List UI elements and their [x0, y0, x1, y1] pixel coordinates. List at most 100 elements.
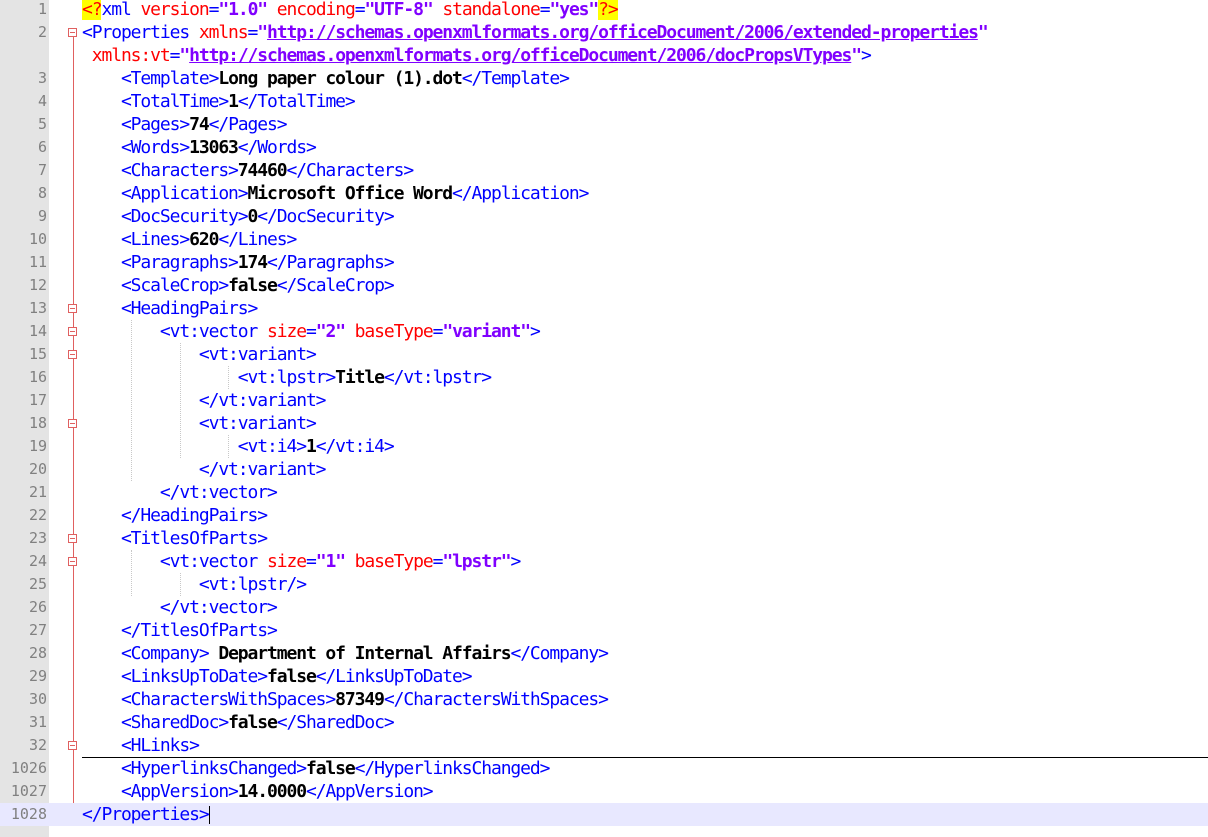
token-tag: =: [247, 22, 259, 43]
code-line[interactable]: 1 <?xml version="1.0" encoding="UTF-8" st…: [0, 0, 1208, 21]
code-line[interactable]: 29 <LinksUpToDate>false</LinksUpToDate>: [0, 665, 1208, 688]
code-text: <LinksUpToDate>false</LinksUpToDate>: [82, 665, 473, 688]
token-attr: baseType: [344, 321, 434, 342]
line-number: 12: [28, 276, 47, 294]
fold-toggle-icon[interactable]: [68, 304, 77, 313]
fold-toggle-icon[interactable]: [68, 327, 77, 336]
code-text: <vt:variant>: [82, 412, 317, 435]
token-tag: <Properties: [82, 22, 199, 43]
token-url[interactable]: http://schemas.openxmlformats.org/office…: [267, 22, 979, 43]
line-number: 22: [28, 506, 47, 524]
code-line[interactable]: 17 </vt:variant>: [0, 389, 1208, 412]
token-attr: baseType: [344, 551, 434, 572]
line-number: 23: [28, 529, 47, 547]
code-line[interactable]: 3 <Template>Long paper colour (1).dot</T…: [0, 67, 1208, 90]
token-tag: <HLinks>: [82, 735, 200, 756]
code-line[interactable]: 7 <Characters>74460</Characters>: [0, 159, 1208, 182]
code-line[interactable]: 12 <ScaleCrop>false</ScaleCrop>: [0, 274, 1208, 297]
fold-toggle-icon[interactable]: [68, 534, 77, 543]
token-attr: size: [267, 551, 307, 572]
token-tag: =: [208, 0, 220, 20]
line-number: 8: [37, 184, 47, 202]
line-number: 28: [28, 644, 47, 662]
code-line[interactable]: 5 <Pages>74</Pages>: [0, 113, 1208, 136]
code-line[interactable]: 16 <vt:lpstr>Title</vt:lpstr>: [0, 366, 1208, 389]
code-text: <CharactersWithSpaces>87349</CharactersW…: [82, 688, 609, 711]
code-line[interactable]: 11 <Paragraphs>174</Paragraphs>: [0, 251, 1208, 274]
line-number: 13: [28, 299, 47, 317]
code-text: </vt:vector>: [82, 481, 278, 504]
token-txt: 1: [228, 91, 239, 112]
code-line[interactable]: 20 </vt:variant>: [0, 458, 1208, 481]
code-line[interactable]: 1026 <HyperlinksChanged>false</Hyperlink…: [0, 757, 1208, 780]
indent-guide: [131, 550, 132, 596]
token-tag: <vt:vector: [82, 551, 268, 572]
code-line[interactable]: 6 <Words>13063</Words>: [0, 136, 1208, 159]
code-line[interactable]: 15 <vt:variant>: [0, 343, 1208, 366]
code-line[interactable]: 9 <DocSecurity>0</DocSecurity>: [0, 205, 1208, 228]
token-tag: </Words>: [237, 137, 317, 158]
code-line[interactable]: 8 <Application>Microsoft Office Word</Ap…: [0, 182, 1208, 205]
fold-toggle-icon[interactable]: [68, 741, 77, 750]
token-url[interactable]: http://schemas.openxmlformats.org/office…: [189, 45, 852, 66]
fold-toggle-icon[interactable]: [68, 350, 77, 359]
code-line[interactable]: 1027 <AppVersion>14.0000</AppVersion>: [0, 780, 1208, 803]
token-tag: <Words>: [82, 137, 190, 158]
code-line[interactable]: 13 <HeadingPairs>: [0, 297, 1208, 320]
code-line[interactable]: 14 <vt:vector size="2" baseType="variant…: [0, 320, 1208, 343]
token-txt: Microsoft Office Word: [247, 183, 454, 204]
hidden-lines-separator: [82, 757, 1208, 758]
token-tag: <ScaleCrop>: [82, 275, 229, 296]
line-number: 3: [37, 69, 47, 87]
token-tag: <Company>: [82, 643, 210, 664]
token-tag: <DocSecurity>: [82, 206, 249, 227]
token-tag: <Pages>: [82, 114, 190, 135]
token-tag: =: [305, 321, 317, 342]
code-line[interactable]: 1028 </Properties>: [0, 803, 1208, 826]
code-text: <vt:i4>1</vt:i4>: [82, 435, 395, 458]
code-line[interactable]: 19 <vt:i4>1</vt:i4>: [0, 435, 1208, 458]
code-line[interactable]: 2 <Properties xmlns="http://schemas.openx…: [0, 21, 1208, 44]
code-line[interactable]: 30 <CharactersWithSpaces>87349</Characte…: [0, 688, 1208, 711]
token-tag: <HyperlinksChanged>: [82, 758, 307, 779]
line-number: 1028: [10, 805, 47, 823]
code-line[interactable]: 31 <SharedDoc>false</SharedDoc>: [0, 711, 1208, 734]
code-line[interactable]: 18 <vt:variant>: [0, 412, 1208, 435]
code-line[interactable]: 25 <vt:lpstr/>: [0, 573, 1208, 596]
line-number: 6: [37, 138, 47, 156]
indent-guide: [228, 435, 229, 458]
code-line[interactable]: 27 </TitlesOfParts>: [0, 619, 1208, 642]
token-tag: </vt:variant>: [82, 459, 327, 480]
code-line[interactable]: 28 <Company> Department of Internal Affa…: [0, 642, 1208, 665]
code-text: <Company> Department of Internal Affairs…: [82, 642, 609, 665]
indent-guide: [131, 320, 132, 481]
fold-toggle-icon[interactable]: [68, 28, 77, 37]
token-txt: false: [228, 712, 278, 733]
line-number: 19: [28, 437, 47, 455]
token-attr: version: [140, 0, 209, 20]
token-tag: <vt:i4>: [82, 436, 307, 457]
code-line[interactable]: 4 <TotalTime>1</TotalTime>: [0, 90, 1208, 113]
code-line[interactable]: 21 </vt:vector>: [0, 481, 1208, 504]
line-number: 1027: [10, 782, 47, 800]
indent-guide: [228, 366, 229, 389]
code-line[interactable]: 10 <Lines>620</Lines>: [0, 228, 1208, 251]
code-line[interactable]: 32 <HLinks>: [0, 734, 1208, 757]
token-tag: </CharactersWithSpaces>: [383, 689, 609, 710]
code-text: <SharedDoc>false</SharedDoc>: [82, 711, 395, 734]
code-line[interactable]: xmlns:vt="http://schemas.openxmlformats.…: [0, 44, 1208, 67]
fold-toggle-icon[interactable]: [68, 557, 77, 566]
token-tag: <Application>: [82, 183, 249, 204]
xml-editor[interactable]: 1 <?xml version="1.0" encoding="UTF-8" st…: [0, 0, 1208, 837]
line-number: 5: [37, 115, 47, 133]
code-text: <Pages>74</Pages>: [82, 113, 288, 136]
token-tag: </ScaleCrop>: [276, 275, 395, 296]
code-line[interactable]: 26 </vt:vector>: [0, 596, 1208, 619]
code-line[interactable]: 22 </HeadingPairs>: [0, 504, 1208, 527]
line-number: [0, 44, 47, 67]
fold-toggle-icon[interactable]: [68, 419, 77, 428]
token-tag: </Paragraphs>: [267, 252, 395, 273]
code-line[interactable]: 23 <TitlesOfParts>: [0, 527, 1208, 550]
line-number: 29: [28, 667, 47, 685]
code-line[interactable]: 24 <vt:vector size="1" baseType="lpstr">: [0, 550, 1208, 573]
